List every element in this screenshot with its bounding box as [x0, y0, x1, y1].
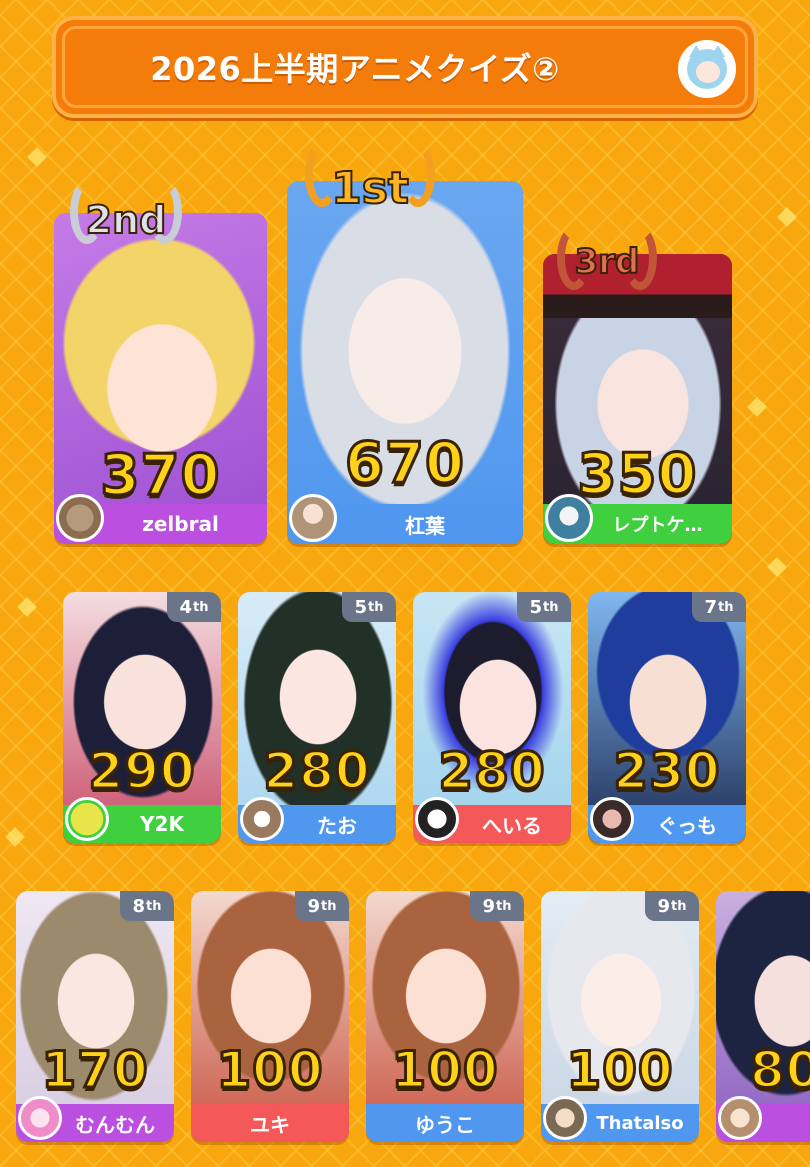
score: 170: [40, 1040, 149, 1101]
rank-badge: 9th: [645, 891, 699, 921]
player-name: ゆうこ: [415, 1112, 475, 1137]
player-name: たお: [317, 813, 357, 838]
medal-label: 3rd: [574, 241, 641, 283]
rank-badge: 4th: [167, 592, 221, 622]
player-avatar: [545, 494, 593, 542]
medal-label: 1st: [330, 162, 410, 215]
rank-badge: 5th: [517, 592, 571, 622]
player-avatar: [240, 797, 284, 841]
rank-badge: 5th: [342, 592, 396, 622]
quiz-header: 2026上半期アニメクイズ②: [52, 16, 758, 118]
player-name: ユキ: [250, 1112, 290, 1137]
score: 670: [344, 430, 466, 498]
player-name: Y2K: [140, 812, 184, 836]
rank-card-8th[interactable]: 8th 170 むんむん: [16, 891, 174, 1142]
rank-card-7th[interactable]: 7th 230 ぐっも: [588, 592, 746, 843]
host-avatar[interactable]: [678, 40, 736, 98]
rank-card-4th[interactable]: 4th 290 Y2K: [63, 592, 221, 843]
player-name-bar: ユキ: [191, 1104, 349, 1142]
score: 280: [437, 741, 546, 802]
score: 100: [215, 1040, 324, 1101]
score: 100: [565, 1040, 674, 1101]
player-name: zelbral: [142, 512, 219, 536]
score: 100: [390, 1040, 499, 1101]
silver-medal: 2nd: [70, 180, 182, 270]
rank-badge: 9th: [295, 891, 349, 921]
rank-badge: 9th: [470, 891, 524, 921]
bronze-medal: 3rd: [557, 226, 657, 306]
sparkle-decoration: [777, 207, 797, 227]
score: 290: [87, 741, 196, 802]
quiz-title: 2026上半期アニメクイズ②: [150, 50, 560, 88]
player-avatar: [56, 494, 104, 542]
rank-card-5th-b[interactable]: 5th 280 へいる: [413, 592, 571, 843]
player-avatar: [289, 494, 337, 542]
player-avatar: [415, 797, 459, 841]
rank-badge: 8th: [120, 891, 174, 921]
player-name-bar: ゆうこ: [366, 1104, 524, 1142]
rank-badge: 7th: [692, 592, 746, 622]
rank-card-9th-a[interactable]: 9th 100 ユキ: [191, 891, 349, 1142]
medal-label: 2nd: [85, 197, 168, 243]
gold-medal: 1st: [305, 143, 435, 243]
player-avatar: [18, 1096, 62, 1140]
score: 280: [262, 741, 371, 802]
player-name: 杠葉: [405, 513, 445, 538]
sparkle-decoration: [767, 557, 787, 577]
sparkle-decoration: [747, 397, 767, 417]
score: 80: [749, 1040, 810, 1101]
sparkle-decoration: [27, 147, 47, 167]
rank-card-5th-a[interactable]: 5th 280 たお: [238, 592, 396, 843]
sparkle-decoration: [5, 827, 25, 847]
sparkle-decoration: [17, 597, 37, 617]
player-avatar: [590, 797, 634, 841]
player-avatar: [65, 797, 109, 841]
rank-card-partial[interactable]: 80: [716, 891, 810, 1142]
player-avatar: [718, 1096, 762, 1140]
rank-card-9th-c[interactable]: 9th 100 Thatalso: [541, 891, 699, 1142]
player-avatar: [543, 1096, 587, 1140]
score: 230: [612, 741, 721, 802]
rank-card-9th-b[interactable]: 9th 100 ゆうこ: [366, 891, 524, 1142]
